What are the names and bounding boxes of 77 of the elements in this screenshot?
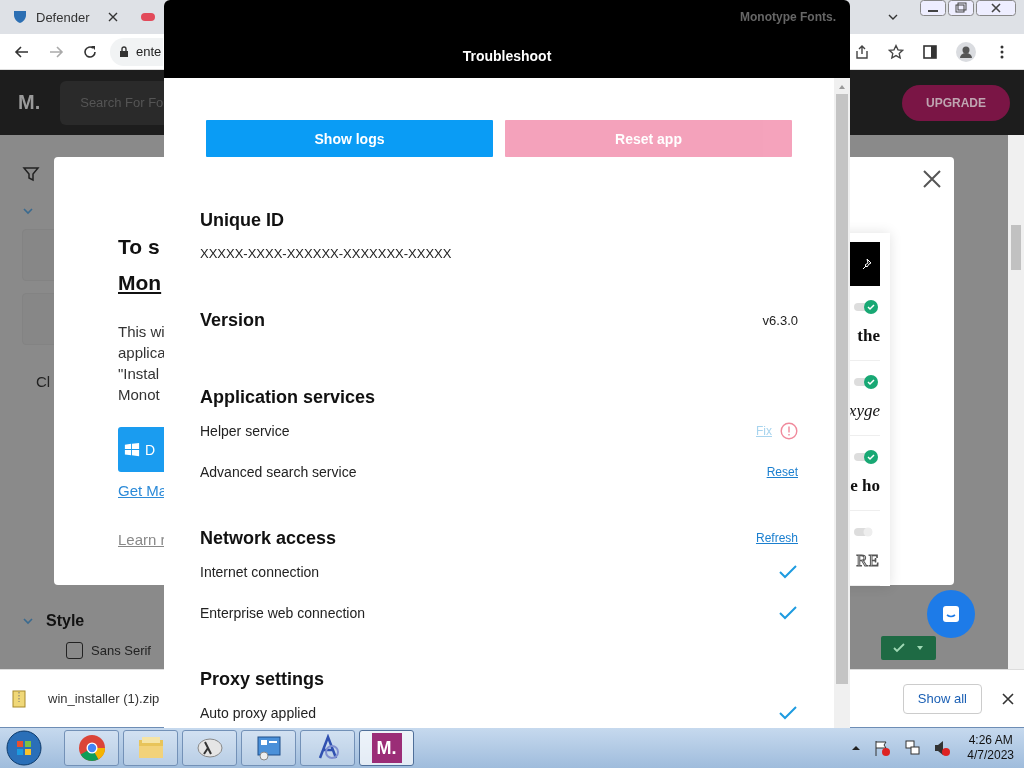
start-button[interactable] [6,730,42,766]
section-title: Network access [200,527,337,549]
chat-icon [941,604,961,624]
show-logs-button[interactable]: Show logs [206,120,493,157]
dialog-heading: To s [118,234,160,260]
network-icon[interactable] [903,739,922,757]
clock[interactable]: 4:26 AM 4/7/2023 [967,733,1014,763]
warning-icon [780,421,798,440]
close-button[interactable] [976,0,1016,16]
section-title: Unique ID [200,209,284,231]
section-title: Proxy settings [200,668,325,690]
download-button[interactable]: D [118,427,164,472]
taskbar-app-button[interactable] [64,730,119,766]
page-scrollbar[interactable] [1008,135,1024,669]
star-icon[interactable] [888,43,904,60]
section-title: Application services [200,386,376,408]
taskbar-app-button[interactable] [241,730,296,766]
checkbox-label[interactable]: Sans Serif [91,643,151,658]
shield-icon [12,9,28,25]
chat-button[interactable] [927,590,975,638]
scrollbar[interactable] [834,78,850,728]
muted-speaker-icon[interactable] [933,739,952,757]
restore-button[interactable] [948,0,974,16]
section-title: Version [200,309,266,331]
taskbar-app-button[interactable] [123,730,178,766]
taskbar-app-button[interactable] [300,730,355,766]
font-sample: RE [856,551,880,571]
service-label: Helper service [200,422,290,439]
checkbox[interactable] [66,642,83,659]
profile-avatar-icon[interactable] [956,41,976,62]
taskbar-app-button[interactable] [182,730,237,766]
flag-icon[interactable] [873,739,892,757]
show-hidden-icons[interactable] [851,743,862,753]
windows-logo-icon [124,441,140,458]
close-icon[interactable] [922,169,942,189]
pin-icon[interactable] [860,258,872,270]
address-bar[interactable]: ente [110,37,164,66]
browser-tab[interactable]: Defender [0,0,130,34]
side-panel-icon[interactable] [922,43,938,60]
reload-icon[interactable] [82,43,98,60]
zip-file-icon [10,689,28,708]
version-number: v6.3.0 [762,312,798,328]
close-icon[interactable] [1002,692,1014,705]
service-label: Auto proxy applied [200,704,316,721]
filter-icon [22,165,40,183]
dialog-heading-link[interactable]: Mon [118,271,162,294]
upgrade-button[interactable]: UPGRADE [902,84,1010,121]
confirm-dropdown-button[interactable] [881,636,936,660]
lock-icon [118,45,130,58]
window-title: Troubleshoot [462,48,552,66]
service-label: Enterprise web connection [200,604,365,621]
unique-id-value: XXXXX-XXXX-XXXXXX-XXXXXXX-XXXXX [200,246,452,261]
brand-label: Monotype Fonts. [740,10,836,24]
control-panel-icon [254,734,283,762]
share-icon[interactable] [854,43,870,60]
show-all-button[interactable]: Show all [902,683,982,714]
close-icon[interactable] [108,12,118,22]
toggle[interactable] [854,300,878,314]
taskbar-app-button[interactable]: M. [359,730,414,766]
font-sample: xyge [848,401,880,421]
font-sample: the [857,326,880,346]
tab-search-icon[interactable] [888,12,898,22]
action-link[interactable]: Reset [766,464,798,479]
service-label: Advanced search service [200,463,357,480]
dialog-text: This wi applica "Instal Monot [118,322,166,405]
filter-section-title[interactable]: Style [46,612,85,630]
refresh-link[interactable]: Refresh [755,531,798,545]
service-label: Internet connection [200,563,320,580]
chrome-icon [77,734,106,762]
toggle[interactable] [854,450,878,464]
site-logo[interactable]: M. [18,91,41,114]
download-filename[interactable]: win_installer (1).zip [48,691,160,706]
font-sample: e ho [850,476,880,496]
toggle[interactable] [854,375,878,389]
checkmark-icon [891,641,906,655]
back-icon[interactable] [14,43,30,60]
minimize-button[interactable] [920,0,946,16]
